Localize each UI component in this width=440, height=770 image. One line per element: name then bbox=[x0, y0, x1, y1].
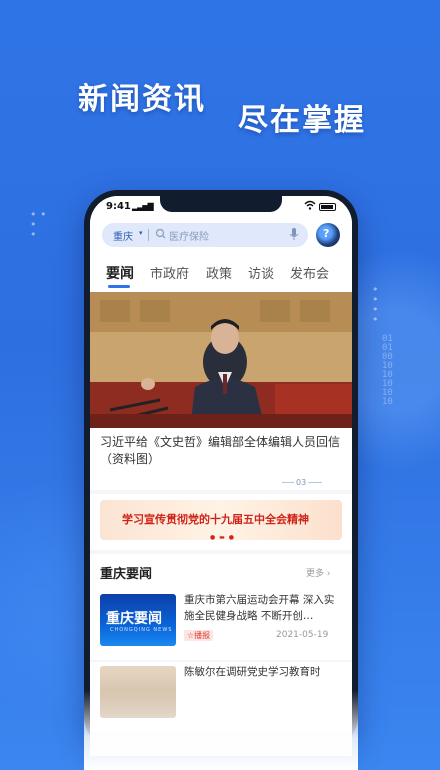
hero-caption-text: 习近平给《文史哲》编辑部全体编辑人员回信（资料图） bbox=[100, 435, 341, 466]
hero-caption[interactable]: 习近平给《文史哲》编辑部全体编辑人员回信（资料图） 03 bbox=[90, 428, 352, 490]
status-time: 9:41 bbox=[106, 201, 131, 212]
list-item[interactable]: 重庆要闻 CHONGQING NEWS 重庆市第六届运动会开幕 深入实施全民健身… bbox=[90, 590, 352, 660]
news-title: 陈敏尔在调研党史学习教育时 bbox=[184, 666, 321, 678]
banner-text: 学习宣传贯彻党的十九届五中全会精神 bbox=[122, 513, 309, 526]
avatar[interactable]: ? bbox=[316, 223, 340, 247]
microphone-icon[interactable] bbox=[288, 227, 300, 243]
tab-bar: 要闻 市政府 政策 访谈 发布会 bbox=[90, 254, 352, 292]
active-tab-indicator bbox=[108, 285, 130, 288]
signal-icon: ▂▃▅▇ bbox=[132, 202, 154, 211]
pager-line-left bbox=[282, 482, 294, 483]
banner-pager-dots: ● ▬ ● bbox=[210, 534, 235, 540]
city-selector[interactable]: 重庆 bbox=[113, 228, 133, 243]
decor-dots-right: • • • • bbox=[372, 283, 379, 326]
section-title: 重庆要闻 bbox=[100, 567, 153, 582]
hero-image[interactable] bbox=[90, 292, 352, 428]
wifi-icon bbox=[304, 200, 316, 213]
promo-headline-left: 新闻资讯 bbox=[78, 82, 206, 117]
news-title: 重庆市第六届运动会开幕 深入实施全民健身战略 不断开创… bbox=[184, 594, 335, 622]
news-date: 2021-05-19 bbox=[276, 630, 329, 640]
tab-fangtan[interactable]: 访谈 bbox=[248, 263, 274, 282]
notch bbox=[160, 196, 282, 212]
search-icon bbox=[155, 228, 166, 239]
thumbnail-title: 重庆要闻 bbox=[106, 611, 162, 627]
status-bar: 9:41 ▂▃▅▇ bbox=[90, 196, 352, 218]
more-label: 更多 bbox=[306, 569, 325, 579]
tab-shizhengfu[interactable]: 市政府 bbox=[150, 263, 189, 282]
pager-line-right bbox=[308, 482, 322, 483]
news-thumbnail: 重庆要闻 CHONGQING NEWS bbox=[100, 594, 176, 646]
search-placeholder: 医疗保险 bbox=[169, 232, 209, 243]
phone-screen: 9:41 ▂▃▅▇ 重庆 ▾ 医疗保险 ? 要闻 市政府 政策 访谈 发布会 习… bbox=[90, 196, 352, 756]
decor-dots-left: • • • • bbox=[30, 208, 47, 241]
thumbnail-subtitle: CHONGQING NEWS bbox=[110, 627, 173, 633]
news-tag: ☆播报 bbox=[184, 630, 214, 641]
search-input[interactable]: 重庆 ▾ 医疗保险 bbox=[102, 223, 308, 247]
search-divider bbox=[148, 229, 149, 241]
page-indicator: 03 bbox=[296, 478, 307, 487]
more-link[interactable]: 更多 › bbox=[306, 566, 331, 579]
user-icon: ? bbox=[323, 227, 330, 240]
tab-fabuhui[interactable]: 发布会 bbox=[290, 263, 329, 282]
banner-container: 学习宣传贯彻党的十九届五中全会精神 ● ▬ ● bbox=[90, 494, 352, 550]
promo-banner[interactable]: 学习宣传贯彻党的十九届五中全会精神 ● ▬ ● bbox=[100, 500, 342, 540]
battery-icon bbox=[319, 203, 336, 211]
tab-zhengce[interactable]: 政策 bbox=[206, 263, 232, 282]
tab-yaowen[interactable]: 要闻 bbox=[106, 263, 134, 283]
phone-frame: 9:41 ▂▃▅▇ 重庆 ▾ 医疗保险 ? 要闻 市政府 政策 访谈 发布会 习… bbox=[84, 190, 358, 756]
decor-binary-strip: 0101001010101010 bbox=[382, 334, 393, 407]
bottom-fade bbox=[84, 690, 358, 770]
chevron-down-icon: ▾ bbox=[139, 229, 143, 237]
section-header: 重庆要闻 更多 › bbox=[90, 554, 352, 590]
promo-headline-right: 尽在掌握 bbox=[238, 103, 366, 138]
search-row: 重庆 ▾ 医疗保险 ? bbox=[90, 218, 352, 254]
chevron-right-icon: › bbox=[326, 569, 331, 579]
